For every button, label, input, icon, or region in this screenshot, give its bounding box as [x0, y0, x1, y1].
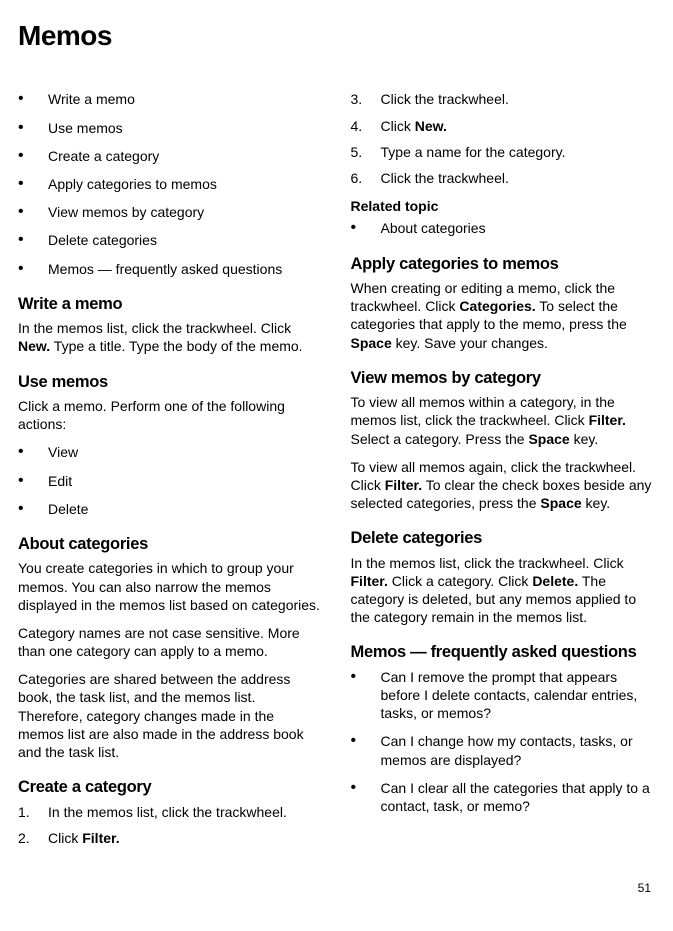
- about-categories-p2: Category names are not case sensitive. M…: [18, 624, 323, 660]
- bold-term: Filter.: [82, 830, 119, 846]
- write-memo-text: In the memos list, click the trackwheel.…: [18, 319, 323, 355]
- text: In the memos list, click the trackwheel.…: [351, 555, 624, 571]
- toc-item: Memos — frequently asked questions: [18, 260, 323, 278]
- bold-term: Space: [540, 495, 581, 511]
- write-memo-heading: Write a memo: [18, 294, 323, 315]
- toc-item: Delete categories: [18, 231, 323, 249]
- text: Type a title. Type the body of the memo.: [50, 338, 302, 354]
- text: Click a category. Click: [388, 573, 532, 589]
- step-item: Click Filter.: [18, 829, 323, 847]
- step-item: Click the trackwheel.: [351, 169, 656, 187]
- create-category-heading: Create a category: [18, 777, 323, 798]
- text: In the memos list, click the trackwheel.…: [18, 320, 291, 336]
- step-item: Type a name for the category.: [351, 143, 656, 161]
- about-categories-p1: You create categories in which to group …: [18, 559, 323, 614]
- faq-heading: Memos — frequently asked questions: [351, 642, 656, 663]
- text: key.: [582, 495, 611, 511]
- toc-item: Apply categories to memos: [18, 175, 323, 193]
- bold-term: Delete.: [532, 573, 578, 589]
- action-link[interactable]: View: [48, 443, 78, 461]
- list-item: Can I change how my contacts, tasks, or …: [351, 732, 656, 768]
- step-text: In the memos list, click the trackwheel.: [48, 803, 287, 821]
- view-by-category-p2: To view all memos again, click the track…: [351, 458, 656, 513]
- list-item: About categories: [351, 219, 656, 237]
- toc-item: Write a memo: [18, 90, 323, 108]
- faq-link[interactable]: Can I change how my contacts, tasks, or …: [381, 732, 656, 768]
- text: Click: [381, 118, 415, 134]
- bold-term: Filter.: [351, 573, 388, 589]
- bold-term: Filter.: [385, 477, 422, 493]
- toc-item: Use memos: [18, 119, 323, 137]
- toc-item: View memos by category: [18, 203, 323, 221]
- about-categories-heading: About categories: [18, 534, 323, 555]
- toc-link[interactable]: Apply categories to memos: [48, 175, 217, 193]
- text: Click: [48, 830, 82, 846]
- page-title: Memos: [18, 18, 655, 54]
- action-link[interactable]: Edit: [48, 472, 72, 490]
- view-by-category-p1: To view all memos within a category, in …: [351, 393, 656, 448]
- step-text: Click New.: [381, 117, 447, 135]
- list-item: View: [18, 443, 323, 461]
- bold-term: Filter.: [589, 412, 626, 428]
- create-category-steps: In the memos list, click the trackwheel.…: [18, 803, 323, 847]
- related-topic-heading: Related topic: [351, 197, 656, 215]
- bold-term: Categories.: [459, 298, 535, 314]
- toc-link[interactable]: Use memos: [48, 119, 123, 137]
- step-item: Click the trackwheel.: [351, 90, 656, 108]
- action-link[interactable]: Delete: [48, 500, 88, 518]
- apply-categories-text: When creating or editing a memo, click t…: [351, 279, 656, 352]
- faq-list: Can I remove the prompt that appears bef…: [351, 668, 656, 815]
- bold-term: New.: [415, 118, 447, 134]
- step-item: In the memos list, click the trackwheel.: [18, 803, 323, 821]
- use-memos-text: Click a memo. Perform one of the followi…: [18, 397, 323, 433]
- toc-link[interactable]: Write a memo: [48, 90, 135, 108]
- view-by-category-heading: View memos by category: [351, 368, 656, 389]
- about-categories-p3: Categories are shared between the addres…: [18, 670, 323, 761]
- toc-link[interactable]: View memos by category: [48, 203, 204, 221]
- left-column: Write a memo Use memos Create a category…: [18, 86, 323, 857]
- step-text: Click the trackwheel.: [381, 90, 509, 108]
- toc-list: Write a memo Use memos Create a category…: [18, 90, 323, 277]
- content-columns: Write a memo Use memos Create a category…: [18, 86, 655, 857]
- use-memos-heading: Use memos: [18, 372, 323, 393]
- toc-link[interactable]: Delete categories: [48, 231, 157, 249]
- faq-link[interactable]: Can I clear all the categories that appl…: [381, 779, 656, 815]
- delete-categories-text: In the memos list, click the trackwheel.…: [351, 554, 656, 627]
- bold-term: New.: [18, 338, 50, 354]
- faq-link[interactable]: Can I remove the prompt that appears bef…: [381, 668, 656, 723]
- step-item: Click New.: [351, 117, 656, 135]
- toc-link[interactable]: Memos — frequently asked questions: [48, 260, 282, 278]
- list-item: Edit: [18, 472, 323, 490]
- step-text: Click Filter.: [48, 829, 120, 847]
- page-number: 51: [18, 857, 655, 903]
- toc-link[interactable]: Create a category: [48, 147, 159, 165]
- list-item: Can I remove the prompt that appears bef…: [351, 668, 656, 723]
- use-memos-list: View Edit Delete: [18, 443, 323, 518]
- apply-categories-heading: Apply categories to memos: [351, 254, 656, 275]
- create-category-steps-cont: Click the trackwheel. Click New. Type a …: [351, 90, 656, 187]
- toc-item: Create a category: [18, 147, 323, 165]
- related-link[interactable]: About categories: [381, 219, 486, 237]
- step-text: Click the trackwheel.: [381, 169, 509, 187]
- text: To view all memos within a category, in …: [351, 394, 615, 428]
- text: key.: [570, 431, 599, 447]
- step-text: Type a name for the category.: [381, 143, 566, 161]
- related-topic-list: About categories: [351, 219, 656, 237]
- delete-categories-heading: Delete categories: [351, 528, 656, 549]
- bold-term: Space: [351, 335, 392, 351]
- list-item: Delete: [18, 500, 323, 518]
- right-column: Click the trackwheel. Click New. Type a …: [351, 86, 656, 857]
- text: key. Save your changes.: [392, 335, 548, 351]
- bold-term: Space: [528, 431, 569, 447]
- text: Select a category. Press the: [351, 431, 529, 447]
- list-item: Can I clear all the categories that appl…: [351, 779, 656, 815]
